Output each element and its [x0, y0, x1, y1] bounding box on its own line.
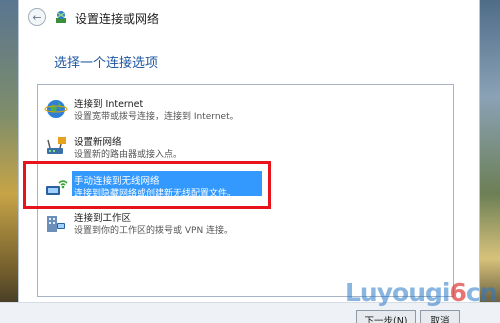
option-description: 设置宽带或拨号连接，连接到 Internet。	[74, 112, 239, 122]
option-description: 设置新的路由器或接入点。	[74, 150, 183, 160]
window-title: 设置连接或网络	[75, 12, 160, 26]
globe-network-icon	[44, 100, 68, 118]
page-heading: 选择一个连接选项	[54, 56, 159, 71]
option-title: 设置新网络	[74, 137, 122, 148]
router-network-icon	[47, 137, 66, 154]
option-title: 连接到工作区	[74, 213, 132, 224]
option-setup-new-network[interactable]: 设置新网络 设置新的路由器或接入点。	[44, 132, 294, 162]
workplace-network-icon	[47, 216, 65, 232]
option-description: 设置到你的工作区的拨号或 VPN 连接。	[74, 226, 234, 236]
cancel-button[interactable]: 取消	[420, 310, 460, 323]
watermark-part: Luyou	[345, 278, 426, 307]
site-watermark: Luyougi6cn	[345, 278, 497, 307]
watermark-part: gi	[425, 278, 450, 307]
desktop-background-right	[478, 0, 500, 323]
network-setup-icon	[56, 11, 66, 23]
watermark-part: cn	[465, 278, 498, 307]
back-button[interactable]: ←	[28, 8, 46, 26]
back-arrow-icon: ←	[32, 10, 42, 24]
option-connect-workplace[interactable]: 连接到工作区 设置到你的工作区的拨号或 VPN 连接。	[44, 208, 294, 238]
option-connect-internet[interactable]: 连接到 Internet 设置宽带或拨号连接，连接到 Internet。	[44, 94, 294, 124]
title-bar: ← 设置连接或网络	[19, 0, 479, 34]
option-title: 连接到 Internet	[74, 99, 144, 110]
annotation-highlight-box	[23, 161, 271, 209]
watermark-part: 6	[449, 278, 466, 307]
next-button[interactable]: 下一步(N)	[356, 310, 416, 323]
